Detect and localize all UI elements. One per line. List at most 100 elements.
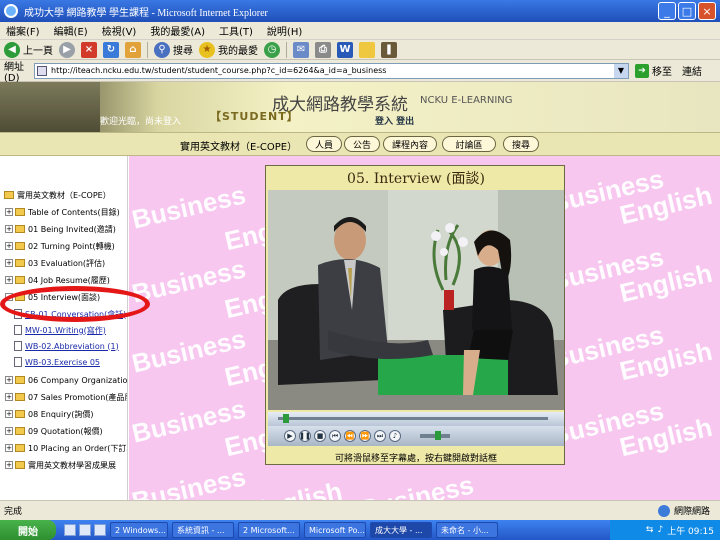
- menu-file[interactable]: 檔案(F): [6, 23, 40, 38]
- expand-icon[interactable]: +: [5, 208, 13, 216]
- research-button[interactable]: ❚: [381, 41, 397, 58]
- tree-item[interactable]: + 01 Being Invited(邀請): [0, 222, 116, 236]
- taskbar-item-active[interactable]: 成大大學 - ...: [370, 522, 432, 538]
- favorites-button[interactable]: ★ 我的最愛: [199, 41, 258, 58]
- video-player: 05. Interview (面談) ▶ ❚❚ ■ ⏮ ⏪ ⏩ ⏭ ♪ 可將滑鼠…: [265, 165, 565, 465]
- history-button[interactable]: ◷: [264, 41, 280, 58]
- expand-icon[interactable]: +: [5, 461, 13, 469]
- seek-bar[interactable]: [268, 412, 564, 426]
- expand-icon[interactable]: +: [5, 225, 13, 233]
- window-title: 成功大學 網路教學 學生課程 - Microsoft Internet Expl…: [24, 7, 268, 19]
- tree-item[interactable]: + 09 Quotation(報價): [0, 424, 103, 438]
- stop-button[interactable]: ×: [81, 41, 97, 58]
- chevron-down-icon[interactable]: ▼: [614, 63, 628, 78]
- menu-view[interactable]: 檢視(V): [102, 23, 137, 38]
- seek-handle[interactable]: [283, 414, 290, 423]
- tree-item[interactable]: + 02 Turning Point(轉機): [0, 239, 115, 253]
- tree-item[interactable]: + 實用英文教材學習成果展: [0, 458, 116, 472]
- tree-item-label: 04 Job Resume(履歷): [28, 275, 110, 285]
- login-logout-link[interactable]: 登入 登出: [375, 114, 414, 127]
- expand-icon[interactable]: +: [5, 376, 13, 384]
- volume-handle[interactable]: [435, 431, 441, 440]
- media-icon[interactable]: [94, 524, 106, 536]
- folder-icon: [15, 259, 25, 267]
- browser-toolbar: ◀ 上一頁 ▶ × ↻ ⌂ ⚲ 搜尋 ★ 我的最愛 ◷ ✉ ⎙ W ❚: [0, 40, 720, 60]
- tree-item[interactable]: + 08 Enquiry(詢價): [0, 407, 93, 421]
- minimize-button[interactable]: _: [658, 2, 676, 20]
- taskbar-item[interactable]: 2 Windows...: [110, 522, 168, 538]
- links-button[interactable]: 連結: [682, 63, 702, 78]
- mail-button[interactable]: ✉: [293, 41, 309, 58]
- next-icon[interactable]: ⏭: [374, 430, 386, 442]
- speaker-icon[interactable]: ♪: [389, 430, 401, 442]
- status-text: 完成: [4, 507, 23, 517]
- expand-icon[interactable]: +: [5, 427, 13, 435]
- tree-subitem[interactable]: WB-03.Exercise 05: [0, 355, 100, 369]
- document-icon: [14, 325, 22, 335]
- taskbar-item[interactable]: 2 Microsoft...: [238, 522, 300, 538]
- taskbar-item[interactable]: 未命名 - 小...: [436, 522, 498, 538]
- previous-icon[interactable]: ⏮: [329, 430, 341, 442]
- network-icon[interactable]: ⇆: [646, 525, 654, 535]
- tree-item[interactable]: + 06 Company Organization(公司): [0, 373, 127, 387]
- tree-item-label: 實用英文教材學習成果展: [28, 460, 116, 470]
- search-button[interactable]: ⚲ 搜尋: [154, 41, 193, 58]
- back-button[interactable]: ◀ 上一頁: [4, 41, 53, 58]
- folder-icon: [15, 242, 25, 250]
- home-button[interactable]: ⌂: [125, 41, 141, 58]
- tree-subitem[interactable]: MW-01.Writing(寫作): [0, 323, 106, 337]
- nav-members-button[interactable]: 人員: [306, 136, 342, 152]
- taskbar: 開始 2 Windows... 系統資訊 - ... 2 Microsoft..…: [0, 520, 720, 540]
- go-label: 移至: [652, 67, 672, 78]
- fast-forward-icon[interactable]: ⏩: [359, 430, 371, 442]
- tree-item-label: 03 Evaluation(評估): [28, 258, 106, 268]
- menu-help[interactable]: 說明(H): [267, 23, 302, 38]
- address-input[interactable]: http://iteach.ncku.edu.tw/student/studen…: [34, 62, 629, 79]
- forward-button[interactable]: ▶: [59, 41, 75, 58]
- go-button[interactable]: ➔ 移至: [635, 63, 672, 78]
- video-caption: 可將滑鼠移至字幕處，按右鍵開啟對話框: [334, 453, 497, 464]
- tree-item[interactable]: + 03 Evaluation(評估): [0, 256, 105, 270]
- tree-item-label: 08 Enquiry(詢價): [28, 409, 94, 419]
- tree-item[interactable]: + Table of Contents(目錄): [0, 205, 120, 219]
- expand-icon[interactable]: +: [5, 259, 13, 267]
- nav-announcements-button[interactable]: 公告: [344, 136, 380, 152]
- tree-subitem[interactable]: WB-02.Abbreviation (1): [0, 339, 119, 353]
- taskbar-item[interactable]: Microsoft Po...: [304, 522, 366, 538]
- rewind-icon[interactable]: ⏪: [344, 430, 356, 442]
- print-button[interactable]: ⎙: [315, 41, 331, 58]
- tree-item-label: 09 Quotation(報價): [28, 426, 103, 436]
- video-frame[interactable]: [268, 190, 564, 410]
- folder-button[interactable]: [359, 41, 375, 58]
- tree-item[interactable]: + 07 Sales Promotion(產品展示): [0, 390, 127, 404]
- nav-forum-button[interactable]: 討論區: [442, 136, 496, 152]
- document-icon: [14, 357, 22, 367]
- tree-item[interactable]: + 04 Job Resume(履歷): [0, 273, 110, 287]
- start-button[interactable]: 開始: [0, 520, 56, 540]
- ie-icon[interactable]: [79, 524, 91, 536]
- volume-icon[interactable]: ♪: [657, 525, 663, 535]
- menu-favorites[interactable]: 我的最愛(A): [150, 23, 205, 38]
- expand-icon[interactable]: +: [5, 444, 13, 452]
- close-button[interactable]: ×: [698, 2, 716, 20]
- expand-icon[interactable]: +: [5, 393, 13, 401]
- nav-search-button[interactable]: 搜尋: [503, 136, 539, 152]
- tree-root[interactable]: 實用英文教材（E-COPE）: [0, 188, 111, 202]
- menu-edit[interactable]: 編輯(E): [54, 23, 88, 38]
- expand-icon[interactable]: +: [5, 276, 13, 284]
- desktop-icon[interactable]: [64, 524, 76, 536]
- taskbar-item[interactable]: 系統資訊 - ...: [172, 522, 234, 538]
- expand-icon[interactable]: +: [5, 410, 13, 418]
- volume-slider[interactable]: [420, 431, 450, 440]
- edit-button[interactable]: W: [337, 41, 353, 58]
- expand-icon[interactable]: +: [5, 242, 13, 250]
- stop-icon[interactable]: ■: [314, 430, 326, 442]
- maximize-button[interactable]: □: [678, 2, 696, 20]
- pause-icon[interactable]: ❚❚: [299, 430, 311, 442]
- refresh-button[interactable]: ↻: [103, 41, 119, 58]
- menu-tools[interactable]: 工具(T): [219, 23, 253, 38]
- tree-item[interactable]: + 10 Placing an Order(下訂單): [0, 441, 127, 455]
- nav-course-content-button[interactable]: 課程內容: [383, 136, 437, 152]
- go-arrow-icon: ➔: [635, 63, 649, 78]
- play-icon[interactable]: ▶: [284, 430, 296, 442]
